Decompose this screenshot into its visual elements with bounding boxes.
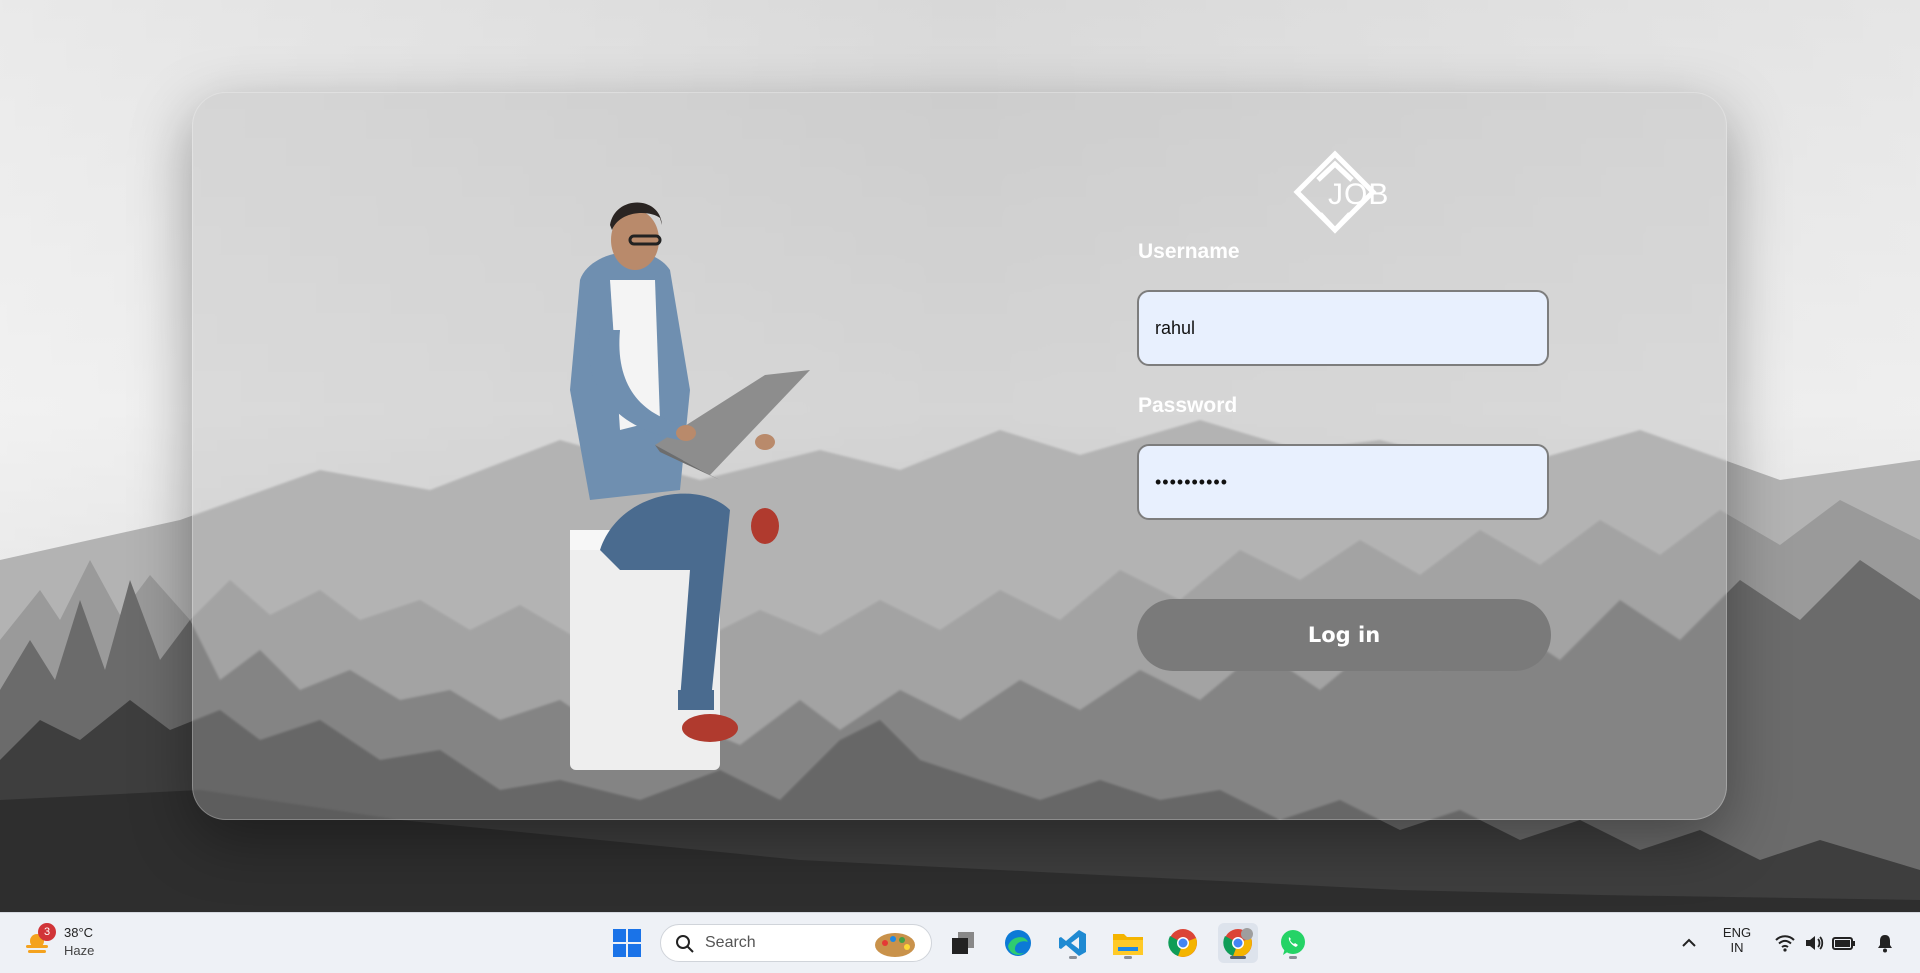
edge-button[interactable] <box>998 923 1038 963</box>
language-region: IN <box>1730 940 1744 955</box>
task-view-button[interactable] <box>943 923 983 963</box>
weather-badge: 3 <box>38 923 56 941</box>
search-label: Search <box>705 934 756 951</box>
login-button[interactable]: Log in <box>1137 599 1551 671</box>
file-explorer-button[interactable] <box>1108 923 1148 963</box>
logo-text: JOB <box>1328 178 1390 211</box>
task-view-icon <box>952 932 974 954</box>
whatsapp-button[interactable] <box>1273 923 1313 963</box>
person-with-laptop-illustration <box>570 202 810 770</box>
chevron-up-icon[interactable] <box>1681 935 1697 951</box>
username-label: Username <box>1138 240 1240 263</box>
chrome-profile-button[interactable] <box>1218 923 1258 963</box>
app-running-indicator <box>1069 956 1077 959</box>
app-running-indicator <box>1289 956 1297 959</box>
volume-icon[interactable] <box>1804 934 1824 952</box>
taskbar: 3 38°C Haze Search ENG IN <box>0 912 1920 973</box>
taskbar-search-box[interactable]: Search <box>660 924 932 962</box>
whatsapp-icon <box>1281 930 1305 955</box>
edge-icon <box>1005 930 1031 956</box>
username-input[interactable] <box>1137 290 1549 366</box>
language-indicator[interactable]: ENG IN <box>1717 925 1757 955</box>
chrome-icon <box>1168 929 1197 957</box>
app-active-indicator <box>1230 956 1246 959</box>
password-label: Password <box>1138 394 1238 417</box>
vscode-button[interactable] <box>1053 923 1093 963</box>
vscode-icon <box>1059 930 1086 956</box>
chrome-profile-icon <box>1223 928 1253 957</box>
wifi-icon[interactable] <box>1775 934 1795 952</box>
start-button[interactable] <box>607 923 647 963</box>
weather-condition: Haze <box>64 943 95 958</box>
windows-start-icon <box>613 929 641 957</box>
search-icon <box>676 935 694 953</box>
battery-icon[interactable] <box>1832 934 1856 952</box>
weather-widget[interactable]: 3 38°C Haze <box>20 921 140 965</box>
notification-bell-icon[interactable] <box>1876 933 1894 953</box>
paint-palette-icon <box>875 933 915 957</box>
app-running-indicator <box>1124 956 1132 959</box>
language-code: ENG <box>1722 925 1752 940</box>
weather-temperature: 38°C <box>64 925 94 940</box>
chrome-button[interactable] <box>1163 923 1203 963</box>
password-input[interactable] <box>1137 444 1549 520</box>
file-explorer-icon <box>1113 934 1143 955</box>
